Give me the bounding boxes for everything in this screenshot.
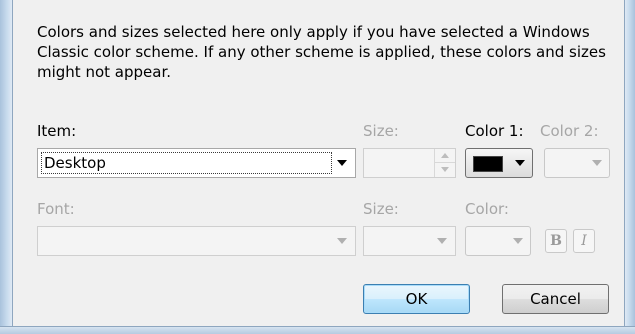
- font-color-label: Color:: [465, 200, 509, 218]
- chevron-down-icon: [337, 238, 347, 244]
- size-label: Size:: [363, 122, 399, 140]
- chevron-down-icon: [592, 160, 602, 166]
- spin-up-button: [435, 149, 455, 163]
- color2-label: Color 2:: [540, 122, 599, 140]
- chevron-down-icon: [513, 238, 523, 244]
- color2-button: [544, 148, 610, 178]
- spin-down-button: [435, 163, 455, 177]
- color1-label: Color 1:: [465, 122, 524, 140]
- font-size-combo: [363, 226, 456, 256]
- size-spinner: [363, 148, 456, 178]
- window-frame-left: [0, 0, 13, 334]
- chevron-down-icon: [437, 238, 447, 244]
- font-label: Font:: [37, 200, 75, 218]
- font-color-button: [465, 226, 531, 256]
- chevron-down-icon: [441, 167, 449, 172]
- color1-swatch: [473, 156, 503, 172]
- chevron-down-icon[interactable]: [337, 160, 347, 166]
- info-text: Colors and sizes selected here only appl…: [37, 23, 606, 81]
- item-combo-value: Desktop: [41, 152, 332, 174]
- chevron-up-icon: [441, 153, 449, 158]
- bold-button: B: [545, 229, 567, 253]
- italic-button: I: [573, 229, 595, 253]
- cancel-button[interactable]: Cancel: [502, 284, 609, 314]
- advanced-appearance-dialog: Colors and sizes selected here only appl…: [13, 0, 624, 326]
- font-size-label: Size:: [363, 200, 399, 218]
- chevron-down-icon: [515, 160, 525, 166]
- ok-button[interactable]: OK: [363, 284, 470, 314]
- item-combo[interactable]: Desktop: [37, 148, 356, 178]
- font-combo: [37, 226, 356, 256]
- color1-button[interactable]: [465, 148, 533, 178]
- window-frame-bottom: [0, 326, 635, 334]
- window-frame-right: [624, 0, 635, 334]
- item-label: Item:: [37, 122, 77, 140]
